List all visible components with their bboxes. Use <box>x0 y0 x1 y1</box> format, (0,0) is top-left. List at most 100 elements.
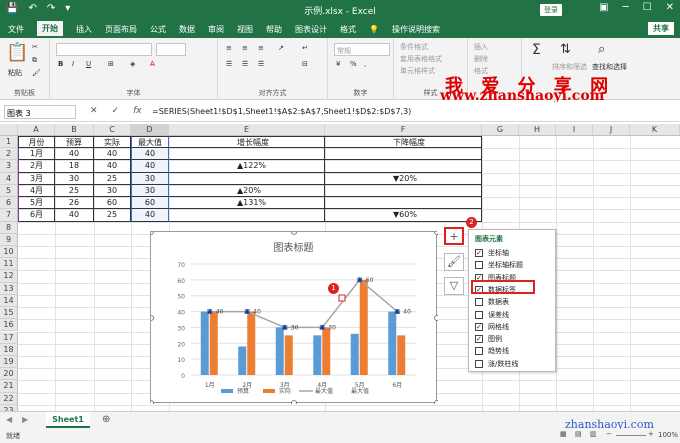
table-header-cell[interactable]: 下降幅度 <box>325 136 482 149</box>
row-header[interactable]: 6 <box>0 197 18 210</box>
view-normal-icon[interactable]: ▦ <box>560 430 567 438</box>
resize-handle[interactable] <box>291 400 297 405</box>
orientation-icon[interactable]: ↗ <box>278 44 284 52</box>
legend-label[interactable]: 最大值 <box>351 387 369 395</box>
table-cell[interactable]: 1月 <box>18 148 55 161</box>
zoom-out-icon[interactable]: − <box>606 430 612 438</box>
data-label[interactable]: 60 <box>366 277 374 284</box>
minimize-icon[interactable]: ─ <box>623 2 629 13</box>
cancel-icon[interactable]: ✕ <box>90 106 98 116</box>
table-cell[interactable]: 18 <box>55 160 94 173</box>
table-cell[interactable] <box>325 184 482 198</box>
tab-format[interactable]: 格式 <box>340 24 356 35</box>
table-cell[interactable]: 2月 <box>18 160 55 173</box>
row-header[interactable]: 10 <box>0 245 18 259</box>
number-format-box[interactable]: 常规 <box>334 43 390 56</box>
fill-color-icon[interactable]: ◈ <box>130 60 135 68</box>
resize-handle[interactable] <box>151 315 154 321</box>
col-header[interactable]: C <box>94 124 131 136</box>
tell-me-search[interactable]: 操作说明搜索 <box>392 24 440 35</box>
tab-home[interactable]: 开始 <box>37 20 63 38</box>
checkbox-checked-icon[interactable]: ✓ <box>475 249 483 257</box>
wrap-text-icon[interactable]: ↵ <box>302 44 308 52</box>
tab-file[interactable]: 文件 <box>8 24 24 35</box>
col-header[interactable]: B <box>55 124 94 136</box>
comma-icon[interactable]: , <box>364 60 366 68</box>
copy-icon[interactable]: ⧉ <box>32 56 37 65</box>
chart-element-item[interactable]: 误差线 <box>475 310 509 320</box>
find-select-icon[interactable]: ⌕ <box>598 42 605 57</box>
table-cell[interactable]: 6月 <box>18 209 55 222</box>
row-header[interactable]: 21 <box>0 380 18 393</box>
add-sheet-icon[interactable]: ⊕ <box>102 414 110 425</box>
chart-plot[interactable]: 0102030405060701月 2月 3月 4月 5月 6月40 4030 306040预… <box>151 232 438 404</box>
table-cell[interactable]: 60 <box>131 197 169 210</box>
data-label[interactable]: 40 <box>403 309 411 316</box>
row-header[interactable]: 15 <box>0 307 18 320</box>
col-header[interactable]: J <box>593 124 630 136</box>
checkbox-icon[interactable] <box>475 359 483 368</box>
paste-icon[interactable]: 📋 <box>6 42 28 63</box>
resize-handle[interactable] <box>434 315 439 321</box>
table-cell[interactable] <box>169 148 325 161</box>
align-left-icon[interactable]: ☰ <box>226 60 232 68</box>
data-label[interactable]: 40 <box>253 309 261 316</box>
sort-filter-icon[interactable]: ⇅ <box>560 42 571 57</box>
view-layout-icon[interactable]: ▤ <box>575 430 582 438</box>
view-break-icon[interactable]: ▥ <box>590 430 597 438</box>
resize-handle[interactable] <box>434 232 439 235</box>
table-header-cell[interactable]: 月份 <box>18 136 55 149</box>
select-all-corner[interactable] <box>0 124 18 136</box>
bar-budget[interactable] <box>350 333 359 375</box>
share-button[interactable]: 共享 <box>648 22 674 35</box>
table-cell[interactable]: 4月 <box>18 184 55 198</box>
col-header[interactable]: D <box>131 124 169 136</box>
legend-label[interactable]: 预算 <box>237 387 249 395</box>
col-header[interactable]: G <box>482 124 519 136</box>
row-header[interactable]: 11 <box>0 258 18 271</box>
close-icon[interactable]: ✕ <box>666 2 674 13</box>
table-cell[interactable]: ▲131% <box>169 197 325 210</box>
col-header[interactable]: K <box>630 124 680 136</box>
row-header[interactable]: 2 <box>0 148 18 161</box>
bar-actual[interactable] <box>209 311 218 375</box>
italic-icon[interactable]: I <box>72 60 74 68</box>
tab-view[interactable]: 视图 <box>237 24 253 35</box>
table-cell[interactable]: 40 <box>131 160 169 173</box>
font-size-box[interactable] <box>156 43 186 56</box>
fx-icon[interactable]: fx <box>133 106 142 116</box>
line-max[interactable] <box>209 278 398 329</box>
align-center-icon[interactable]: ☰ <box>242 60 248 68</box>
table-header-cell[interactable]: 增长幅度 <box>169 136 325 149</box>
table-cell[interactable]: 25 <box>55 184 94 198</box>
col-header[interactable]: E <box>169 124 325 136</box>
align-bottom-icon[interactable]: ≡ <box>258 44 264 52</box>
col-header[interactable]: H <box>519 124 556 136</box>
checkbox-icon[interactable] <box>475 310 483 319</box>
chart-elements-button[interactable]: + <box>444 227 464 245</box>
ribbon-options-icon[interactable]: ▣ <box>599 2 608 13</box>
chart-element-item[interactable]: ✓ 图例 <box>475 334 502 344</box>
chart-element-item[interactable]: 趋势线 <box>475 346 509 356</box>
bar-actual[interactable] <box>359 279 368 375</box>
bar-budget[interactable] <box>388 311 397 375</box>
currency-icon[interactable]: ¥ <box>336 60 340 68</box>
sort-filter-button[interactable]: 排序和筛选 <box>552 62 587 72</box>
row-header[interactable]: 9 <box>0 233 18 246</box>
row-header[interactable]: 18 <box>0 343 18 356</box>
row-header[interactable]: 4 <box>0 172 18 185</box>
table-cell[interactable]: ▲20% <box>169 184 325 198</box>
row-header[interactable]: 8 <box>0 221 18 234</box>
font-name-box[interactable] <box>56 43 152 56</box>
table-header-cell[interactable]: 最大值 <box>131 136 169 149</box>
legend-label[interactable]: 实际 <box>279 387 291 395</box>
login-button[interactable]: 登录 <box>540 4 562 16</box>
table-cell[interactable]: 40 <box>94 148 131 161</box>
tab-help[interactable]: 帮助 <box>266 24 282 35</box>
resize-handle[interactable] <box>151 232 154 235</box>
merge-center-icon[interactable]: ⊟ <box>302 60 308 68</box>
data-label[interactable]: 30 <box>328 324 336 331</box>
row-header[interactable]: 13 <box>0 282 18 295</box>
paste-button-label[interactable]: 粘贴 <box>8 68 22 78</box>
align-middle-icon[interactable]: ≡ <box>242 44 248 52</box>
